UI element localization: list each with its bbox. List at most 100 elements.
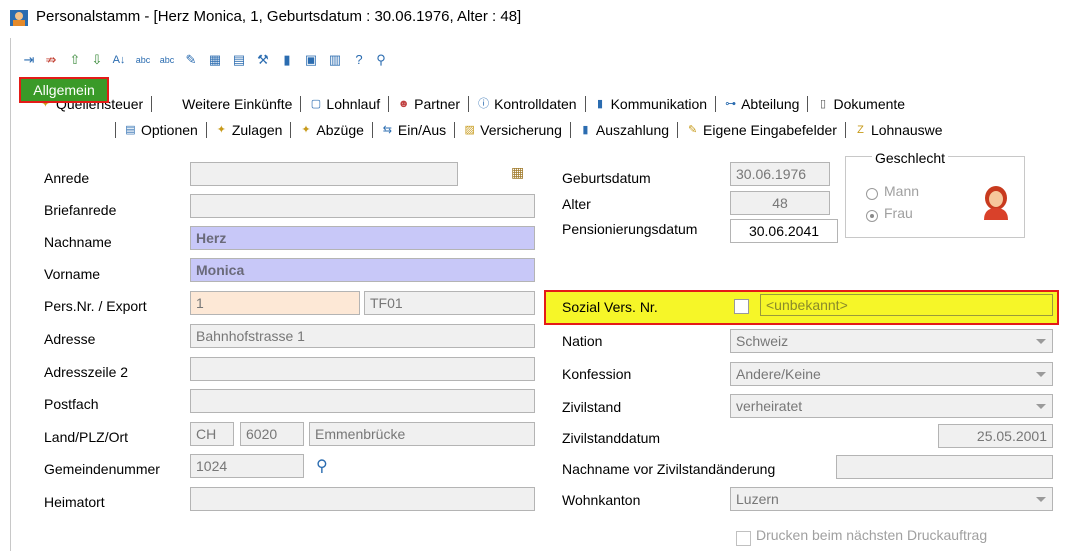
sozialvers-checkbox[interactable] <box>734 299 749 314</box>
label-landplzort: Land/PLZ/Ort <box>44 429 129 445</box>
chevron-down-icon <box>1036 497 1046 502</box>
vorname-field[interactable]: Monica <box>190 258 535 282</box>
sozialvers-field[interactable]: <unbekannt> <box>760 294 1053 316</box>
tab-separator <box>807 96 809 112</box>
ort-field[interactable]: Emmenbrücke <box>309 422 535 446</box>
tab-label: Auszahlung <box>595 122 670 138</box>
search-icon[interactable]: ⚲ <box>316 456 328 476</box>
minus-money-icon: ✦ <box>301 123 311 136</box>
tab-allgemein[interactable]: Allgemein <box>19 77 109 103</box>
window-title: Personalstamm - [Herz Monica, 1, Geburts… <box>36 8 522 25</box>
tab-label: Ein/Aus <box>397 122 447 138</box>
edit-icon[interactable]: ✎ <box>183 52 199 68</box>
tab-abteilung[interactable]: ⊶ Abteilung <box>718 95 805 113</box>
arrow-down-icon[interactable]: ⇩ <box>89 52 105 68</box>
adresszeile2-field[interactable] <box>190 357 535 381</box>
tab-label: Kontrolldaten <box>494 96 577 112</box>
calculator-icon[interactable]: ▥ <box>327 52 343 68</box>
report-icon: Z <box>857 123 864 136</box>
label-gemeindenummer: Gemeindenummer <box>44 461 160 477</box>
tab-separator <box>371 122 373 138</box>
tab-label: Weitere Einkünfte <box>182 96 293 112</box>
label-postfach: Postfach <box>44 396 99 412</box>
spellcheck-small-icon[interactable]: abc <box>159 52 175 68</box>
chevron-down-icon <box>1036 339 1046 344</box>
tab-label: Optionen <box>141 122 198 138</box>
insert-row-icon[interactable]: ⇥ <box>21 52 37 68</box>
geburtsdatum-field[interactable]: 30.06.1976 <box>730 162 830 186</box>
help-icon[interactable]: ? <box>351 52 367 68</box>
label-pensionierungsdatum: Pensionierungsdatum <box>562 221 698 237</box>
heimatort-field[interactable] <box>190 487 535 511</box>
grid-list-icon[interactable]: ▤ <box>231 52 247 68</box>
sort-az-icon[interactable]: A↓ <box>111 52 127 68</box>
tab-lohnlauf[interactable]: ▢ Lohnlauf <box>303 95 386 113</box>
adresse-field[interactable]: Bahnhofstrasse 1 <box>190 324 535 348</box>
tab-auszahlung[interactable]: ▮ Auszahlung <box>573 121 675 139</box>
delete-row-icon[interactable]: ⇏ <box>43 52 59 68</box>
radio-frau[interactable] <box>866 210 878 222</box>
tab-abzuege[interactable]: ✦ Abzüge <box>293 121 369 139</box>
export-field[interactable]: TF01 <box>364 291 535 315</box>
radio-mann[interactable] <box>866 188 878 200</box>
tab-label: Abzüge <box>316 122 364 138</box>
tab-optionen[interactable]: ▤ Optionen <box>118 121 204 139</box>
grid-icon[interactable]: ▦ <box>207 52 223 68</box>
wohnkanton-value: Luzern <box>736 491 779 507</box>
tab-partner[interactable]: ☻ Partner <box>391 95 466 113</box>
tab-separator <box>569 122 571 138</box>
tools-icon[interactable]: ⚒ <box>255 52 271 68</box>
tab-eigene-eingabefelder[interactable]: ✎ Eigene Eingabefelder <box>680 121 843 139</box>
tab-kontrolldaten[interactable]: ⓘ Kontrolldaten <box>471 95 583 113</box>
search-icon[interactable]: ⚲ <box>373 52 389 68</box>
tab-label: Zulagen <box>231 122 283 138</box>
land-field[interactable]: CH <box>190 422 234 446</box>
toolbar: ⇥ ⇏ ⇧ ⇩ A↓ abc abc ✎ ▦ ▤ ⚒ ▮ ▣ ▥ ? ⚲ <box>11 38 1072 94</box>
wohnkanton-select[interactable]: Luzern <box>730 487 1053 511</box>
tab-separator <box>115 122 116 138</box>
label-vorname: Vorname <box>44 266 101 282</box>
pensionierungsdatum-field[interactable]: 30.06.2041 <box>730 219 838 243</box>
plz-field[interactable]: 6020 <box>240 422 304 446</box>
phone-icon: ▮ <box>597 97 604 110</box>
tab-separator <box>388 96 390 112</box>
people-icon: ☻ <box>397 97 410 110</box>
label-nation: Nation <box>562 333 603 349</box>
spellcheck-icon[interactable]: abc <box>135 52 151 68</box>
persnr-field[interactable]: 1 <box>190 291 360 315</box>
drucken-checkbox[interactable] <box>736 531 751 546</box>
tab-ein-aus[interactable]: ⇆ Ein/Aus <box>375 121 452 139</box>
tab-lohnausweis[interactable]: Z Lohnauswe <box>848 121 949 139</box>
label-nachnamevor: Nachname vor Zivilstandänderung <box>562 461 776 477</box>
tab-kommunikation[interactable]: ▮ Kommunikation <box>588 95 714 113</box>
label-adresszeile2: Adresszeile 2 <box>44 364 129 380</box>
tab-separator <box>454 122 456 138</box>
konfession-select[interactable]: Andere/Keine <box>730 362 1053 386</box>
label-nachname: Nachname <box>44 234 112 250</box>
book-icon[interactable]: ▮ <box>279 52 295 68</box>
nation-select[interactable]: Schweiz <box>730 329 1053 353</box>
tab-zulagen[interactable]: ✦ Zulagen <box>209 121 289 139</box>
clipboard-icon[interactable]: ▦ <box>511 164 524 181</box>
tab-versicherung[interactable]: ▨ Versicherung <box>457 121 568 139</box>
anrede-field[interactable] <box>190 162 458 186</box>
tab-label: Eigene Eingabefelder <box>703 122 837 138</box>
save-icon[interactable]: ▣ <box>303 52 319 68</box>
gemeindenummer-field[interactable]: 1024 <box>190 454 304 478</box>
zivilstanddatum-field[interactable]: 25.05.2001 <box>938 424 1053 448</box>
alter-field[interactable]: 48 <box>730 191 830 215</box>
nachname-field[interactable]: Herz <box>190 226 535 250</box>
tab-separator <box>151 96 153 112</box>
arrow-up-icon[interactable]: ⇧ <box>67 52 83 68</box>
tab-row-top: ✦ Quellensteuer Weitere Einkünfte ▢ Lohnla… <box>33 94 911 114</box>
briefanrede-field[interactable] <box>190 194 535 218</box>
label-anrede: Anrede <box>44 170 90 186</box>
document-icon: ▢ <box>310 97 322 110</box>
tab-dokumente[interactable]: ▯ Dokumente <box>810 95 911 113</box>
zivilstand-select[interactable]: verheiratet <box>730 394 1053 418</box>
doc-icon: ▯ <box>819 97 826 110</box>
nachnamevor-field[interactable] <box>836 455 1053 479</box>
tab-weitere-einkuenfte[interactable]: Weitere Einkünfte <box>154 95 298 113</box>
postfach-field[interactable] <box>190 389 535 413</box>
plus-money-icon: ✦ <box>216 123 226 136</box>
